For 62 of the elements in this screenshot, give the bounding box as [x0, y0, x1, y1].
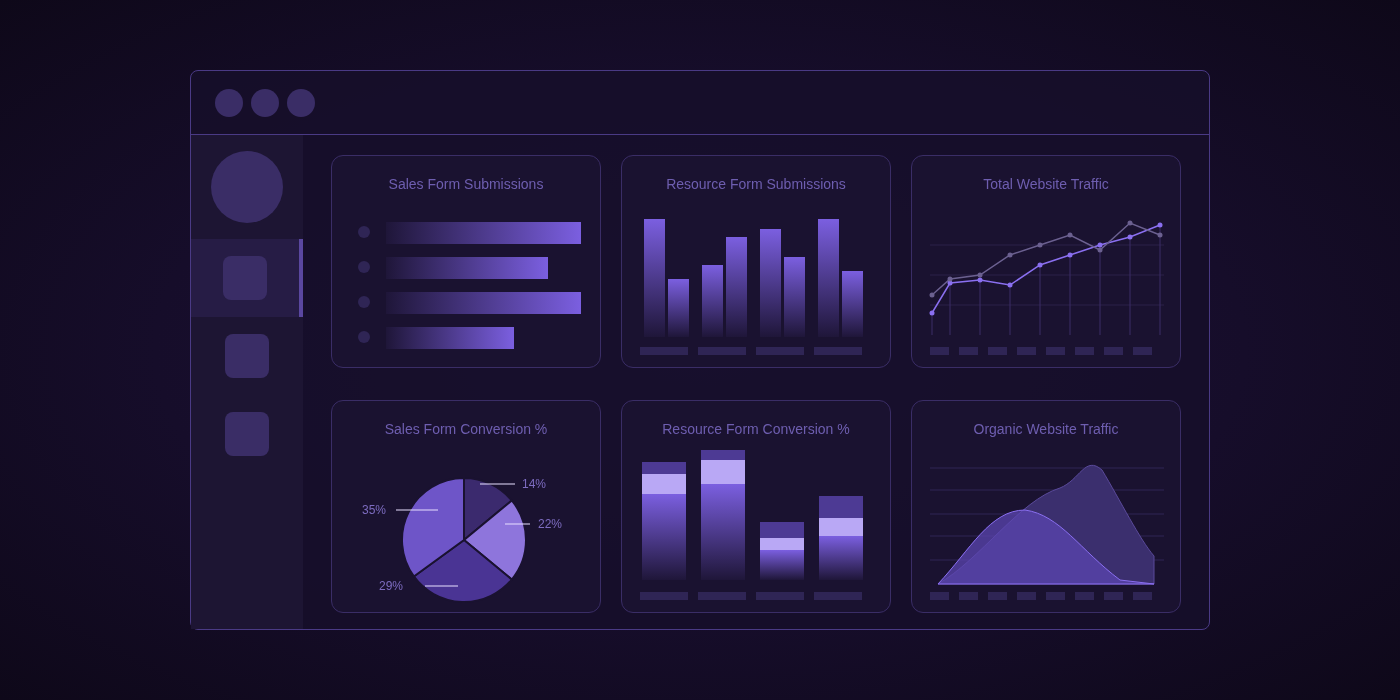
- leader-line: [395, 509, 439, 511]
- value-label: 35%: [361, 503, 386, 517]
- data-point: [1067, 232, 1073, 238]
- value-label: 14%: [522, 477, 547, 491]
- legend-dot-icon: [358, 296, 370, 308]
- legend-dot-icon: [358, 331, 370, 343]
- card-title: Sales Form Conversion %: [384, 420, 548, 439]
- sidebar-item[interactable]: [191, 239, 303, 317]
- card-title: Total Website Traffic: [983, 175, 1109, 194]
- axis-label-placeholder: [698, 592, 746, 600]
- axis-label-placeholder: [814, 347, 862, 355]
- data-point: [1127, 234, 1133, 240]
- card-title: Resource Form Conversion %: [662, 420, 850, 439]
- data-point: [1157, 232, 1163, 238]
- legend-dot-icon: [358, 261, 370, 273]
- leader-line: [479, 483, 516, 485]
- data-point: [929, 292, 935, 298]
- axis-label-placeholder: [959, 592, 978, 600]
- data-point: [1157, 222, 1163, 228]
- nav-icon: [225, 334, 269, 378]
- card-title: Organic Website Traffic: [973, 420, 1119, 439]
- card-title: Sales Form Submissions: [388, 175, 544, 194]
- axis-label-placeholder: [640, 592, 688, 600]
- axis-label-placeholder: [959, 347, 978, 355]
- card-title: Resource Form Submissions: [666, 175, 846, 194]
- axis-label-placeholder: [1075, 347, 1094, 355]
- data-point: [929, 310, 935, 316]
- data-point: [1007, 252, 1013, 258]
- legend-dot-icon: [358, 226, 370, 238]
- axis-label-placeholder: [756, 347, 804, 355]
- axis-label-placeholder: [756, 592, 804, 600]
- axis-label-placeholder: [930, 347, 949, 355]
- bar: [842, 271, 863, 337]
- nav-icon: [225, 412, 269, 456]
- bar: [702, 265, 723, 337]
- data-point: [1127, 220, 1133, 226]
- axis-label-placeholder: [1104, 592, 1123, 600]
- axis-label-placeholder: [1133, 347, 1152, 355]
- axis-label-placeholder: [988, 347, 1007, 355]
- data-point: [1067, 252, 1073, 258]
- axis-label-placeholder: [988, 592, 1007, 600]
- axis-label-placeholder: [930, 592, 949, 600]
- value-label: 22%: [538, 517, 563, 531]
- axis-label-placeholder: [1104, 347, 1123, 355]
- leader-line: [504, 523, 531, 525]
- axis-label-placeholder: [1075, 592, 1094, 600]
- bar: [668, 279, 689, 337]
- axis-label-placeholder: [1133, 592, 1152, 600]
- data-point: [1037, 242, 1043, 248]
- axis-label-placeholder: [698, 347, 746, 355]
- axis-label-placeholder: [640, 347, 688, 355]
- stacked-bar: [760, 522, 804, 580]
- data-point: [1037, 262, 1043, 268]
- axis-label-placeholder: [1017, 347, 1036, 355]
- axis-label-placeholder: [814, 592, 862, 600]
- nav-icon: [223, 256, 267, 300]
- axis-label-placeholder: [1046, 347, 1065, 355]
- leader-line: [424, 585, 459, 587]
- axis-label-placeholder: [1046, 592, 1065, 600]
- data-point: [1007, 282, 1013, 288]
- value-label: 29%: [378, 579, 403, 593]
- axis-label-placeholder: [1017, 592, 1036, 600]
